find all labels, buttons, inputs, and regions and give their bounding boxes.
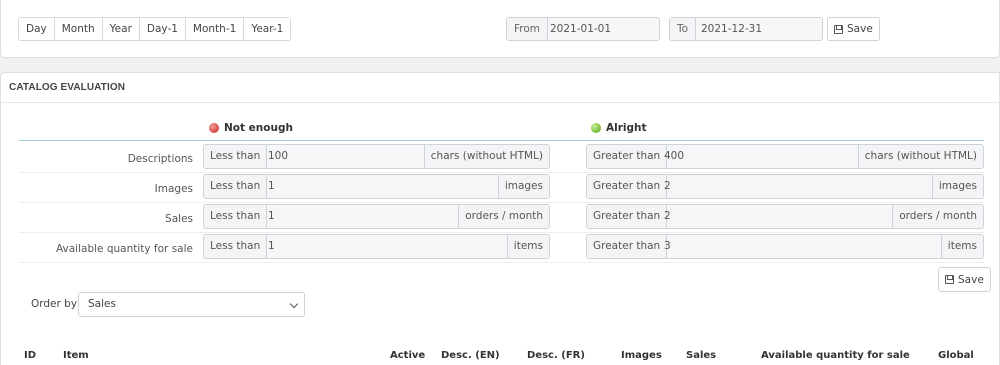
images-min-suffix: images (497, 175, 549, 198)
images-min-group: Less than 1 images (203, 174, 550, 199)
row-divider (19, 262, 984, 263)
images-min-prefix: Less than (204, 175, 268, 198)
criteria-label-images: Images (154, 183, 193, 195)
quantity-max-suffix: items (940, 235, 983, 258)
quantity-max-prefix: Greater than (587, 235, 668, 258)
row-divider (19, 232, 984, 233)
date-to-field[interactable]: To 2021-12-31 (669, 17, 823, 41)
floppy-disk-icon (834, 24, 843, 34)
quantity-min-group: Less than 1 items (203, 234, 550, 259)
descriptions-min-suffix: chars (without HTML) (423, 145, 549, 168)
column-header-item[interactable]: Item (63, 350, 89, 361)
order-by-value: Sales (88, 298, 116, 310)
column-header-global[interactable]: Global (938, 350, 974, 361)
not-enough-header: Not enough (209, 122, 293, 134)
column-header-desc-en[interactable]: Desc. (EN) (441, 350, 500, 361)
preset-day-button[interactable]: Day (19, 18, 55, 40)
quantity-max-group: Greater than 3 items (586, 234, 984, 259)
row-divider (19, 202, 984, 203)
panel-title: CATALOG EVALUATION (1, 73, 1000, 103)
column-header-images[interactable]: Images (621, 350, 662, 361)
date-from-input[interactable]: 2021-01-01 (543, 18, 618, 40)
sales-min-input[interactable]: 1 (261, 205, 275, 228)
column-header-desc-fr[interactable]: Desc. (FR) (527, 350, 585, 361)
row-divider (19, 172, 984, 173)
order-by-label: Order by (31, 298, 78, 310)
date-from-field[interactable]: From 2021-01-01 (506, 17, 660, 41)
quantity-max-input[interactable]: 3 (657, 235, 671, 258)
criteria-label-descriptions: Descriptions (127, 153, 193, 165)
images-max-group: Greater than 2 images (586, 174, 984, 199)
order-by-select[interactable]: Sales (78, 292, 305, 317)
quantity-min-prefix: Less than (204, 235, 268, 258)
images-max-suffix: images (931, 175, 983, 198)
catalog-evaluation-panel: CATALOG EVALUATION Not enough Alright De… (0, 72, 1000, 365)
column-header-sales[interactable]: Sales (686, 350, 716, 361)
not-enough-label: Not enough (224, 122, 293, 134)
sales-min-prefix: Less than (204, 205, 268, 228)
descriptions-max-suffix: chars (without HTML) (857, 145, 983, 168)
descriptions-max-prefix: Greater than (587, 145, 668, 168)
header-divider (19, 140, 984, 141)
column-header-active[interactable]: Active (390, 350, 425, 361)
preset-month-button[interactable]: Month (54, 18, 103, 40)
descriptions-min-group: Less than 100 chars (without HTML) (203, 144, 550, 169)
date-from-label: From (507, 18, 549, 40)
column-header-available-quantity[interactable]: Available quantity for sale (761, 350, 910, 361)
sales-min-group: Less than 1 orders / month (203, 204, 550, 229)
images-min-input[interactable]: 1 (261, 175, 275, 198)
sales-max-suffix: orders / month (892, 205, 983, 228)
images-max-input[interactable]: 2 (657, 175, 671, 198)
date-save-label: Save (847, 23, 873, 35)
descriptions-max-group: Greater than 400 chars (without HTML) (586, 144, 984, 169)
sales-max-group: Greater than 2 orders / month (586, 204, 984, 229)
chevron-down-icon (289, 299, 299, 309)
sales-min-suffix: orders / month (458, 205, 549, 228)
images-max-prefix: Greater than (587, 175, 668, 198)
green-status-icon (591, 123, 601, 133)
preset-previous-year-button[interactable]: Year-1 (244, 18, 291, 40)
date-to-input[interactable]: 2021-12-31 (694, 18, 769, 40)
preset-year-button[interactable]: Year (102, 18, 140, 40)
date-preset-group: Day Month Year Day-1 Month-1 Year-1 (18, 17, 292, 41)
descriptions-min-input[interactable]: 100 (261, 145, 288, 168)
floppy-disk-icon (945, 275, 954, 284)
sales-max-input[interactable]: 2 (657, 205, 671, 228)
date-to-label: To (670, 18, 697, 40)
criteria-label-available-quantity: Available quantity for sale (55, 243, 193, 255)
quantity-min-suffix: items (506, 235, 549, 258)
date-save-button[interactable]: Save (827, 17, 880, 41)
alright-label: Alright (606, 122, 647, 134)
descriptions-max-input[interactable]: 400 (657, 145, 684, 168)
column-header-id[interactable]: ID (24, 350, 36, 361)
preset-previous-day-button[interactable]: Day-1 (139, 18, 186, 40)
descriptions-min-prefix: Less than (204, 145, 268, 168)
date-range-panel: Day Month Year Day-1 Month-1 Year-1 From… (0, 0, 1000, 58)
criteria-label-sales: Sales (165, 213, 193, 225)
red-status-icon (209, 123, 219, 133)
preset-previous-month-button[interactable]: Month-1 (185, 18, 245, 40)
quantity-min-input[interactable]: 1 (261, 235, 275, 258)
thresholds-save-label: Save (958, 273, 984, 286)
thresholds-save-button[interactable]: Save (938, 267, 991, 292)
alright-header: Alright (591, 122, 647, 134)
sales-max-prefix: Greater than (587, 205, 668, 228)
